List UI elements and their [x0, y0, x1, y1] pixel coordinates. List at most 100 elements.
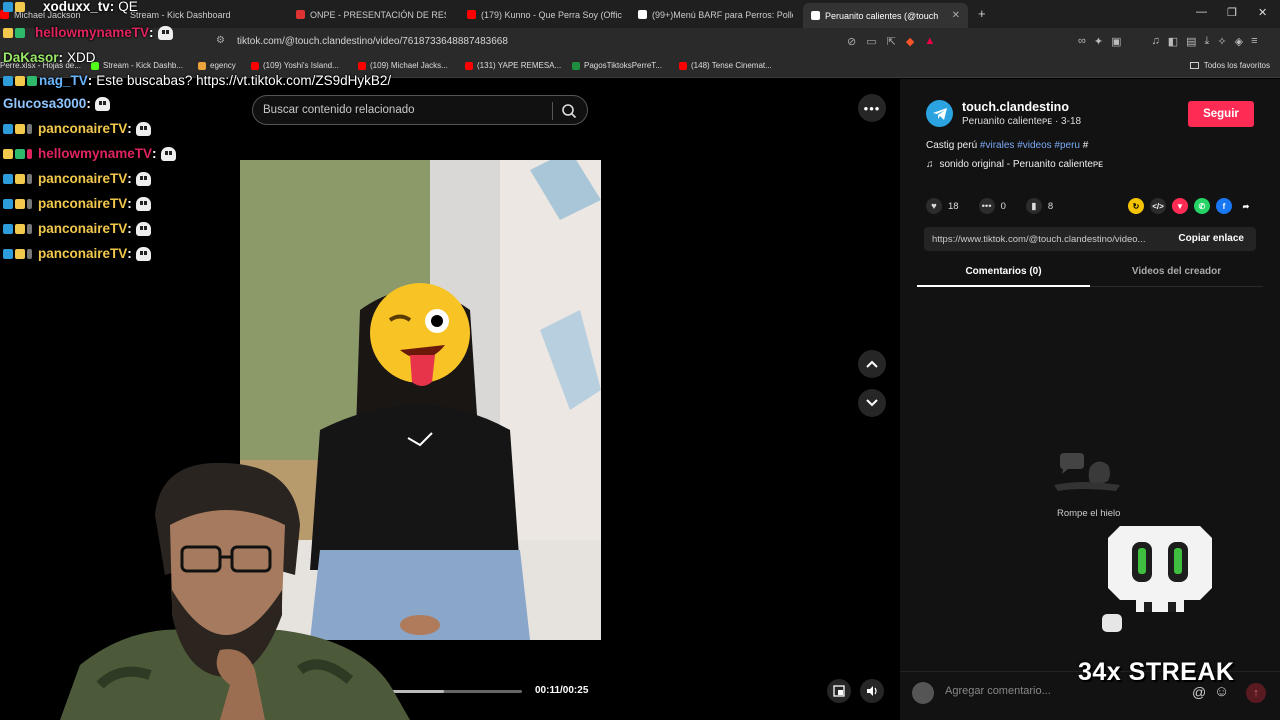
chat-message: panconaireTV:: [3, 171, 151, 186]
hashtags[interactable]: #virales #videos #peru: [980, 140, 1080, 151]
empty-comments-icon: [1054, 453, 1120, 491]
user-avatar: [912, 682, 934, 704]
bookmark[interactable]: PagosTiktoksPerreT...: [572, 61, 662, 70]
mod-badge-icon: [3, 248, 13, 259]
chat-message: panconaireTV:: [3, 246, 151, 261]
author-avatar[interactable]: [926, 100, 953, 127]
tiktok-icon: [638, 10, 647, 19]
repost-icon[interactable]: ↻: [1128, 198, 1144, 214]
share-link-box: https://www.tiktok.com/@touch.clandestin…: [924, 227, 1256, 251]
crown-badge-icon: [15, 173, 25, 184]
share-link[interactable]: https://www.tiktok.com/@touch.clandestin…: [932, 234, 1172, 245]
all-favorites[interactable]: Todos los favoritos: [1189, 61, 1270, 70]
extensions-icon[interactable]: ✦: [1094, 35, 1103, 48]
sheets-icon: [572, 61, 580, 70]
tab-comments[interactable]: Comentarios (0): [917, 266, 1090, 277]
copy-link-button[interactable]: Copiar enlace: [1178, 233, 1244, 244]
share-arrow-icon[interactable]: ➦: [1238, 198, 1254, 214]
shield-icon[interactable]: ◈: [1235, 35, 1243, 48]
mod-badge-icon: [3, 198, 13, 209]
downloads-icon[interactable]: ⤓: [1205, 35, 1210, 48]
browser-tab[interactable]: (179) Kunno - Que Perra Soy (Official: [467, 5, 622, 24]
mod-badge-icon: [3, 75, 13, 86]
embed-icon[interactable]: </>: [1150, 198, 1166, 214]
crown-badge-icon: [15, 248, 25, 259]
chat-message: panconaireTV:: [3, 196, 151, 211]
ghost-emote-icon: [160, 146, 176, 161]
reading-list-icon[interactable]: ▤: [1186, 35, 1196, 48]
maximize-icon[interactable]: ❐: [1227, 6, 1237, 19]
webcam-frame: [60, 462, 410, 720]
author-name[interactable]: touch.clandestino: [962, 100, 1069, 114]
sub-badge-icon: [15, 148, 25, 159]
youtube-icon: [679, 61, 687, 70]
heart-icon: ♥: [926, 198, 942, 214]
chevron-up-icon: [866, 360, 878, 368]
stream-chat-overlay: xoduxx_tv: QE hellowmynameTV: DaKasor: XDD…: [0, 0, 391, 270]
mod-badge-icon: [3, 1, 13, 12]
rewards-icon[interactable]: ▲: [924, 35, 935, 48]
new-tab-button[interactable]: +: [978, 6, 986, 21]
share-icon[interactable]: ⇱: [887, 35, 896, 48]
media-icon[interactable]: ♫: [1151, 35, 1159, 48]
browser-tab[interactable]: ONPE - PRESENTACIÓN DE RESULTADOS: [296, 5, 446, 24]
picture-in-picture-button[interactable]: [827, 679, 851, 703]
send-comment-button[interactable]: ↑: [1246, 683, 1266, 703]
chat-message: hellowmynameTV:: [3, 146, 176, 161]
more-options-button[interactable]: •••: [858, 94, 886, 122]
related-search-box[interactable]: Buscar contenido relacionado: [252, 95, 588, 125]
brave-shield-icon[interactable]: ◆: [906, 35, 914, 48]
menu-icon[interactable]: ≡: [1251, 35, 1257, 48]
wallet-icon[interactable]: ▣: [1111, 35, 1121, 48]
sound-info[interactable]: ♫ sonido original - Peruanito calienteᴘᴇ: [926, 159, 1103, 170]
comment-input[interactable]: Agregar comentario...: [945, 685, 1051, 697]
bookmark[interactable]: (131) YAPE REMESA...: [465, 61, 561, 70]
crown-badge-icon: [3, 27, 13, 38]
close-tab-icon[interactable]: ✕: [944, 10, 960, 21]
sidebar-icon[interactable]: ◧: [1168, 35, 1178, 48]
no-camera-icon[interactable]: ⊘: [847, 35, 856, 48]
bookmark[interactable]: (109) Michael Jacks...: [358, 61, 448, 70]
minimize-icon[interactable]: —: [1196, 6, 1207, 18]
next-video-button[interactable]: [858, 389, 886, 417]
youtube-icon: [358, 61, 366, 70]
ghost-emote-icon: [135, 221, 151, 236]
browser-tab[interactable]: (99+)Menú BARF para Perros: Pollo, P: [638, 5, 793, 24]
mod-badge-icon: [3, 223, 13, 234]
comment-button[interactable]: ••• 0: [978, 198, 1006, 214]
dot-badge-icon: [27, 198, 32, 209]
volume-button[interactable]: [860, 679, 884, 703]
author-subtitle: Peruanito calienteᴘᴇ · 3-18: [962, 116, 1082, 127]
save-button[interactable]: ▮ 8: [1025, 198, 1053, 214]
dot-badge-icon: [27, 223, 32, 234]
facebook-icon[interactable]: f: [1216, 198, 1232, 214]
telegram-icon: [932, 107, 947, 120]
volume-icon: [866, 686, 877, 696]
ghost-emote-icon: [94, 96, 110, 111]
youtube-icon: [465, 61, 473, 70]
cast-icon[interactable]: ▭: [866, 35, 876, 48]
ghost-emote-icon: [135, 196, 151, 211]
ghost-emote-icon: [157, 25, 173, 40]
search-icon[interactable]: [561, 103, 577, 119]
follow-button[interactable]: Seguir: [1188, 101, 1254, 127]
tab-creator-videos[interactable]: Videos del creador: [1090, 266, 1263, 277]
whatsapp-icon[interactable]: ✆: [1194, 198, 1210, 214]
vpn-icon[interactable]: ∞: [1078, 35, 1086, 48]
chat-message: nag_TV: Este buscabas? https://vt.tiktok.…: [3, 73, 391, 88]
sub-badge-icon: [15, 27, 25, 38]
mod-badge-icon: [3, 123, 13, 134]
ai-icon[interactable]: ✧: [1217, 35, 1226, 48]
streamer-webcam: [60, 455, 440, 720]
skull-streak-icon: [1102, 526, 1212, 632]
like-button[interactable]: ♥ 18: [926, 198, 959, 214]
browser-tab-active[interactable]: Peruanito calientes (@touch ✕: [803, 3, 968, 28]
video-details-panel: touch.clandestino Peruanito calienteᴘᴇ ·…: [900, 79, 1280, 720]
previous-video-button[interactable]: [858, 350, 886, 378]
crown-badge-icon: [15, 1, 25, 12]
crown-badge-icon: [15, 123, 25, 134]
chat-message: panconaireTV:: [3, 221, 151, 236]
close-window-icon[interactable]: ✕: [1258, 6, 1267, 19]
bookmark[interactable]: (148) Tense Cinemat...: [679, 61, 772, 70]
send-icon[interactable]: ▼: [1172, 198, 1188, 214]
